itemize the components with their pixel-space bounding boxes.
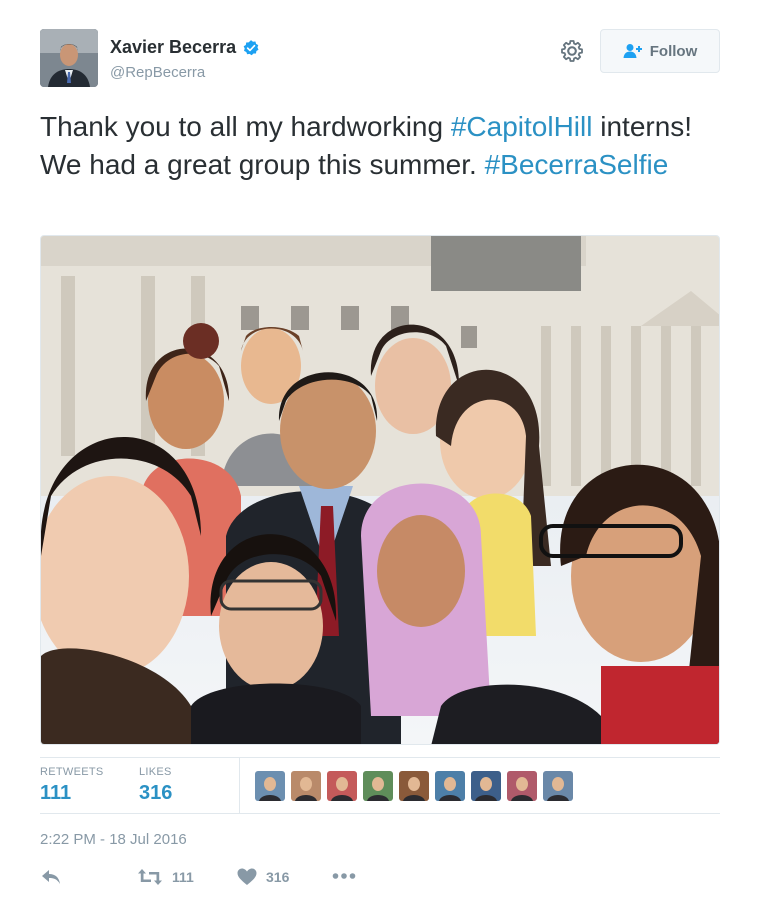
reply-icon: [42, 870, 60, 884]
like-button[interactable]: 316: [237, 868, 289, 886]
liker-avatar-8[interactable]: [507, 771, 537, 801]
author-avatar[interactable]: [40, 29, 98, 87]
tweet-timestamp[interactable]: 2:22 PM - 18 Jul 2016: [40, 831, 187, 848]
hashtag-link[interactable]: #BecerraSelfie: [485, 149, 669, 180]
author-handle[interactable]: @RepBecerra: [110, 64, 205, 81]
retweets-label: RETWEETS: [40, 766, 104, 778]
liker-avatar-9[interactable]: [543, 771, 573, 801]
liker-avatar-7[interactable]: [471, 771, 501, 801]
author-name-row: Xavier Becerra: [110, 37, 260, 58]
retweets-stat[interactable]: RETWEETS 111: [40, 766, 104, 805]
tweet-card: Xavier Becerra @RepBecerra Follow Thank …: [0, 0, 760, 917]
liker-avatars: [255, 771, 579, 801]
hashtag-link[interactable]: #CapitolHill: [451, 111, 593, 142]
follow-button-label: Follow: [649, 42, 698, 60]
follow-button[interactable]: Follow: [600, 29, 720, 73]
liker-avatar-3[interactable]: [327, 771, 357, 801]
tweet-text: Thank you to all my hardworking #Capitol…: [40, 108, 720, 184]
add-user-icon: [623, 44, 642, 58]
liker-avatar-2[interactable]: [291, 771, 321, 801]
author-name[interactable]: Xavier Becerra: [110, 37, 236, 58]
stats-bottom-divider: [40, 813, 720, 814]
retweet-icon: [138, 869, 162, 885]
stats-separator: [239, 757, 240, 813]
gear-icon[interactable]: [560, 39, 584, 63]
retweet-count: 111: [172, 869, 194, 885]
liker-avatar-1[interactable]: [255, 771, 285, 801]
retweets-count: 111: [40, 782, 72, 804]
stats-top-divider: [40, 757, 720, 758]
more-button[interactable]: [332, 872, 356, 880]
reply-button[interactable]: [40, 868, 62, 886]
retweet-button[interactable]: 111: [137, 868, 194, 886]
likes-count: 316: [139, 782, 173, 804]
liker-avatar-4[interactable]: [363, 771, 393, 801]
liker-avatar-6[interactable]: [435, 771, 465, 801]
likes-stat[interactable]: LIKES 316: [139, 766, 172, 805]
more-icon: [332, 873, 356, 879]
heart-icon: [237, 868, 257, 885]
tweet-photo[interactable]: [40, 235, 720, 745]
likes-label: LIKES: [139, 766, 172, 778]
like-count: 316: [266, 869, 290, 885]
liker-avatar-5[interactable]: [399, 771, 429, 801]
verified-badge-icon: [242, 39, 260, 57]
tweet-text-segment: Thank you to all my hardworking: [40, 111, 451, 142]
